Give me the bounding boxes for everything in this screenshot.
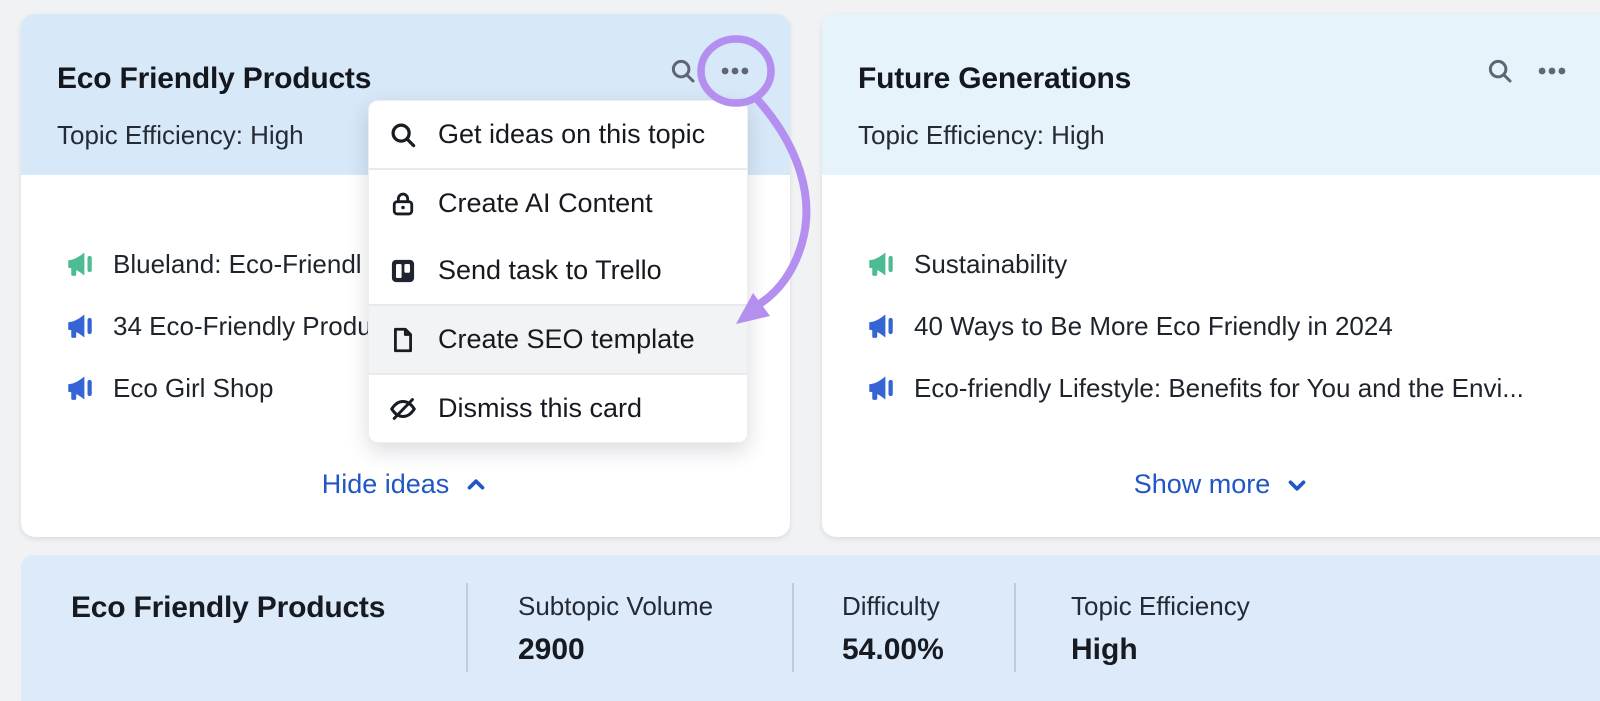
document-icon <box>388 326 418 354</box>
search-icon <box>1485 56 1515 89</box>
menu-item-create-ai-content[interactable]: Create AI Content <box>369 170 747 237</box>
eye-off-icon <box>388 394 418 424</box>
stat-value: 54.00% <box>842 633 944 666</box>
topic-efficiency-label: Topic Efficiency: High <box>858 120 1105 150</box>
list-item[interactable]: 40 Ways to Be More Eco Friendly in 2024 <box>866 295 1600 357</box>
list-item[interactable]: Eco-friendly Lifestyle: Benefits for You… <box>866 357 1600 419</box>
divider <box>1014 583 1016 672</box>
stat-value: High <box>1071 633 1138 666</box>
card-header: Future Generations Topic Efficiency: Hig… <box>822 14 1600 175</box>
trello-icon <box>388 257 418 285</box>
menu-item-dismiss-card[interactable]: Dismiss this card <box>369 375 747 442</box>
megaphone-icon <box>869 314 893 338</box>
lock-icon <box>388 190 418 218</box>
headline-text: 34 Eco-Friendly Produ <box>113 310 372 341</box>
card-future-generations: Future Generations Topic Efficiency: Hig… <box>822 14 1600 537</box>
headline-text: Blueland: Eco-Friendl <box>113 248 362 279</box>
hide-ideas-link[interactable]: Hide ideas <box>21 469 790 500</box>
menu-item-label: Create SEO template <box>438 324 695 354</box>
topic-research-page: Eco Friendly Products Topic Efficiency: … <box>0 0 1600 701</box>
menu-item-label: Send task to Trello <box>438 255 662 285</box>
card-actions <box>1480 52 1572 92</box>
megaphone-icon <box>68 314 92 338</box>
divider <box>792 583 794 672</box>
ellipsis-icon <box>718 54 752 91</box>
headline-text: Eco-friendly Lifestyle: Benefits for You… <box>914 372 1524 403</box>
menu-item-create-seo-template[interactable]: Create SEO template <box>369 304 747 375</box>
card-search-button[interactable] <box>663 52 703 92</box>
chevron-down-icon <box>1284 472 1310 498</box>
card-more-options-button[interactable] <box>715 52 755 92</box>
menu-item-label: Get ideas on this topic <box>438 119 706 149</box>
ellipsis-icon <box>1535 54 1569 91</box>
headline-text: Sustainability <box>914 248 1068 279</box>
selected-topic-summary-bar: Eco Friendly Products Subtopic Volume 29… <box>21 555 1600 701</box>
megaphone-icon <box>869 252 893 276</box>
megaphone-icon <box>869 376 893 400</box>
chevron-up-icon <box>463 472 489 498</box>
headline-text: Eco Girl Shop <box>113 372 274 403</box>
megaphone-icon <box>68 252 92 276</box>
card-more-options-button[interactable] <box>1532 52 1572 92</box>
card-search-button[interactable] <box>1480 52 1520 92</box>
search-icon <box>668 56 698 89</box>
stat-label: Difficulty <box>842 591 940 621</box>
headline-text: 40 Ways to Be More Eco Friendly in 2024 <box>914 310 1393 341</box>
card-actions <box>663 52 755 92</box>
headline-list: Sustainability 40 Ways to Be More Eco Fr… <box>866 233 1600 419</box>
footer-link-label: Show more <box>1133 469 1271 499</box>
menu-item-label: Create AI Content <box>438 188 653 218</box>
stat-topic-efficiency: Topic Efficiency High <box>1071 591 1250 667</box>
stat-difficulty: Difficulty 54.00% <box>842 591 1071 667</box>
card-title: Future Generations <box>858 62 1132 95</box>
list-item[interactable]: Sustainability <box>866 233 1600 295</box>
footer-link-label: Hide ideas <box>321 469 450 499</box>
menu-item-get-ideas[interactable]: Get ideas on this topic <box>369 101 747 170</box>
summary-topic-title: Eco Friendly Products <box>71 591 386 624</box>
menu-item-send-to-trello[interactable]: Send task to Trello <box>369 237 747 304</box>
stat-label: Topic Efficiency <box>1071 591 1250 621</box>
divider <box>466 583 468 672</box>
card-actions-menu: Get ideas on this topic Create AI Conten… <box>368 100 748 443</box>
show-more-link[interactable]: Show more <box>822 469 1600 500</box>
megaphone-icon <box>68 376 92 400</box>
card-title: Eco Friendly Products <box>57 62 372 95</box>
menu-item-label: Dismiss this card <box>438 393 643 423</box>
search-icon <box>388 120 418 150</box>
